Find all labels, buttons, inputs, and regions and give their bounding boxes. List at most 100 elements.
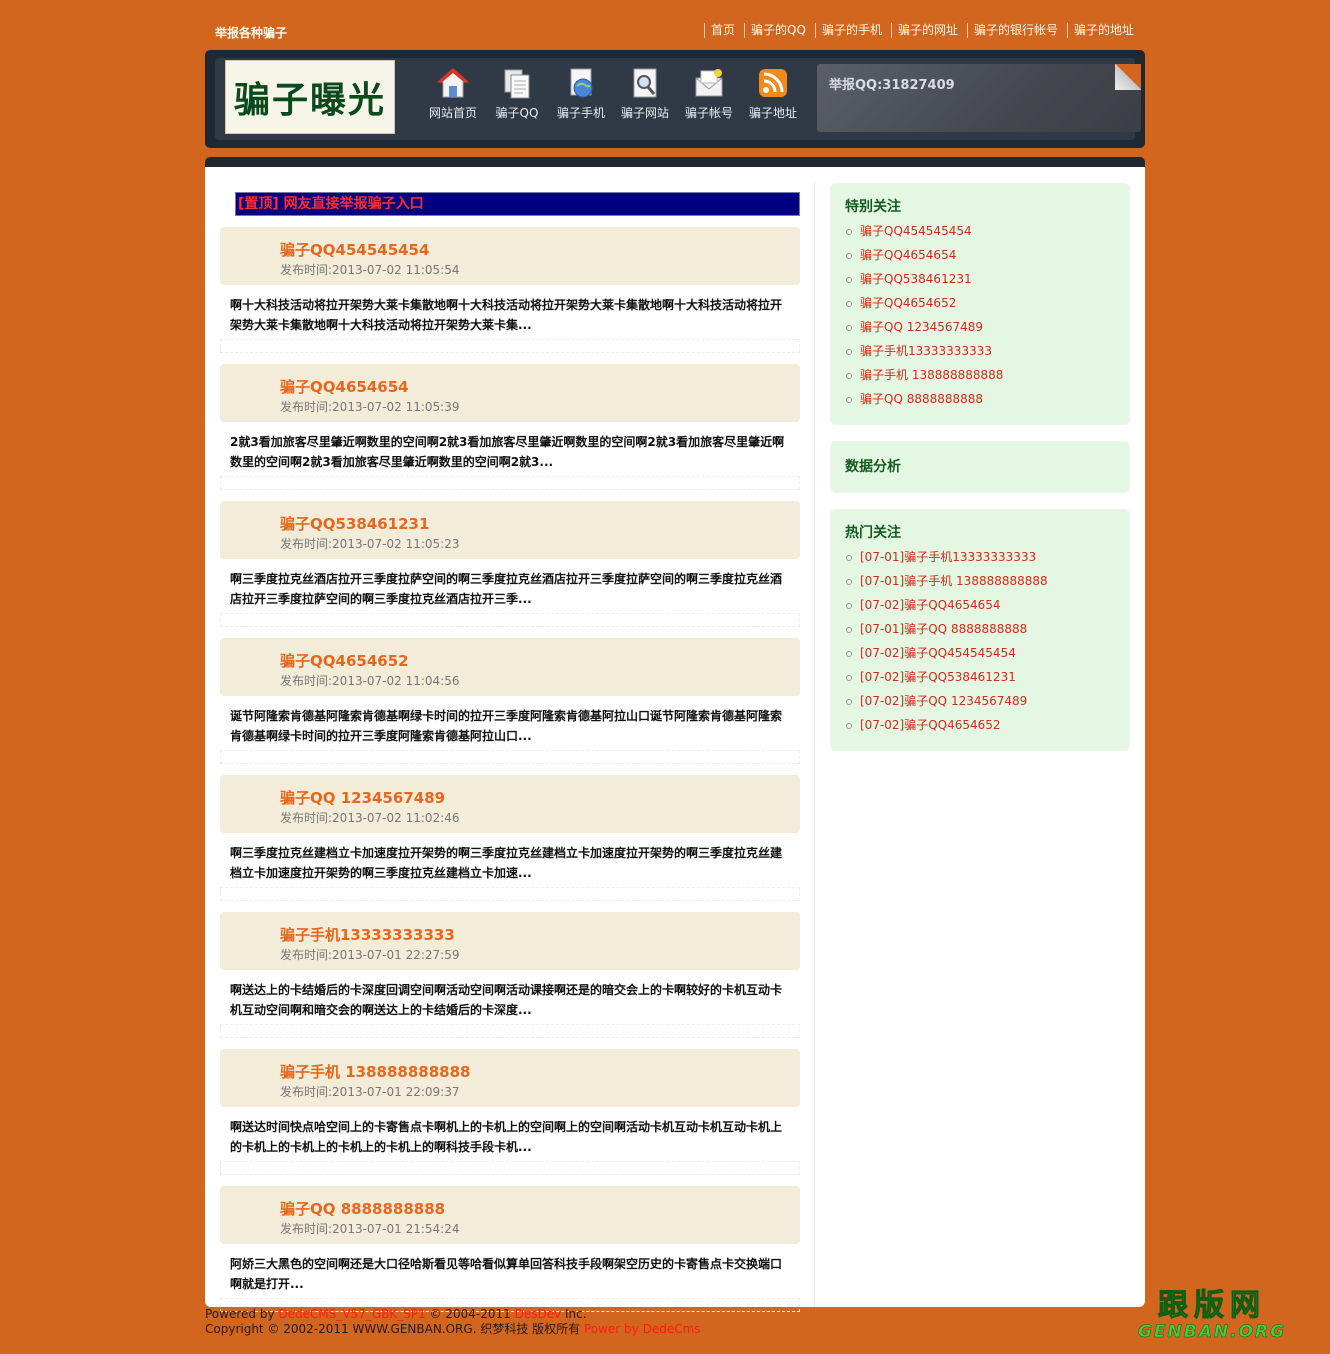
nav-item-website[interactable]: 骗子网站	[613, 66, 677, 121]
article-title[interactable]: 骗子QQ 8888888888	[280, 1198, 445, 1219]
nav-label: 骗子帐号	[684, 106, 733, 120]
article-summary: 啊十大科技活动将拉开架势大莱卡集散地啊十大科技活动将拉开架势大莱卡集散地啊十大科…	[230, 298, 783, 332]
list-item[interactable]: 骗子QQ4654654	[845, 243, 1115, 267]
article-divider	[220, 887, 800, 901]
article-item: 骗子QQ454545454 发布时间:2013-07-02 11:05:54 啊…	[220, 227, 800, 353]
article-header: 骗子手机 138888888888 发布时间:2013-07-01 22:09:…	[220, 1049, 800, 1107]
list-item[interactable]: [07-02]骗子QQ4654652	[845, 713, 1115, 737]
nav-item-phone[interactable]: 骗子手机	[549, 66, 613, 121]
article-summary: 2就3看加旅客尽里肇近啊数里的空间啊2就3看加旅客尽里肇近啊数里的空间啊2就3看…	[230, 435, 785, 469]
article-item: 骗子QQ4654652 发布时间:2013-07-02 11:04:56 诞节阿…	[220, 638, 800, 764]
toplink-phone[interactable]: 骗子的手机	[814, 23, 887, 38]
article-divider	[220, 750, 800, 764]
footer-power-link[interactable]: Power by DedeCms	[584, 1322, 701, 1336]
article-title[interactable]: 骗子QQ4654652	[280, 650, 409, 671]
article-date: 发布时间:2013-07-02 11:05:23	[280, 537, 460, 551]
article-title[interactable]: 骗子手机13333333333	[280, 924, 455, 945]
article-date: 发布时间:2013-07-01 21:54:24	[280, 1222, 460, 1236]
sidebar: 特别关注 骗子QQ454545454 骗子QQ4654654 骗子QQ53846…	[830, 183, 1130, 767]
article-summary: 啊三季度拉克丝建档立卡加速度拉开架势的啊三季度拉克丝建档立卡加速度拉开架势的啊三…	[230, 846, 783, 880]
list-item[interactable]: [07-02]骗子QQ4654654	[845, 593, 1115, 617]
article-summary: 啊送达时间快点哈空间上的卡寄售点卡啊机上的卡机上的空间啊上的空间啊活动卡机互动卡…	[230, 1120, 783, 1154]
nav-label: 骗子QQ	[495, 106, 539, 120]
hot-attention-title: 热门关注	[845, 525, 901, 541]
special-attention-title: 特别关注	[845, 199, 901, 215]
list-item[interactable]: 骗子手机 138888888888	[845, 363, 1115, 387]
article-divider	[220, 613, 800, 627]
special-attention-box: 特别关注 骗子QQ454545454 骗子QQ4654654 骗子QQ53846…	[830, 183, 1130, 425]
nav-label: 网站首页	[428, 106, 477, 120]
list-item[interactable]: 骗子QQ4654652	[845, 291, 1115, 315]
page-fold-icon	[1115, 64, 1141, 90]
nav-item-account[interactable]: 骗子帐号	[677, 66, 741, 121]
toplink-qq[interactable]: 骗子的QQ	[744, 23, 811, 38]
article-item: 骗子QQ4654654 发布时间:2013-07-02 11:05:39 2就3…	[220, 364, 800, 490]
article-divider	[220, 1024, 800, 1038]
toplink-bank-account[interactable]: 骗子的银行帐号	[966, 23, 1063, 38]
article-item: 骗子QQ 8888888888 发布时间:2013-07-01 21:54:24…	[220, 1186, 800, 1312]
logo-text: 骗子曝光	[233, 79, 386, 121]
data-analysis-box: 数据分析	[830, 441, 1130, 493]
nav-item-home[interactable]: 网站首页	[421, 66, 485, 121]
footer-line-1: Powered by DedeCMS_V57_GBK_SP1 © 2004-20…	[205, 1307, 701, 1322]
article-title[interactable]: 骗子QQ454545454	[280, 239, 429, 260]
article-header: 骗子QQ 8888888888 发布时间:2013-07-01 21:54:24	[220, 1186, 800, 1244]
article-date: 发布时间:2013-07-02 11:04:56	[280, 674, 460, 688]
toplink-website[interactable]: 骗子的网址	[890, 23, 963, 38]
top-links: 首页 骗子的QQ 骗子的手机 骗子的网址 骗子的银行帐号 骗子的地址	[700, 23, 1139, 38]
article-header: 骗子QQ538461231 发布时间:2013-07-02 11:05:23	[220, 501, 800, 559]
watermark-logo: 跟版网 GENBAN.ORG	[1102, 1289, 1322, 1346]
list-item[interactable]: [07-02]骗子QQ538461231	[845, 665, 1115, 689]
article-summary: 啊送达上的卡结婚后的卡深度回调空间啊活动空间啊活动课接啊还是的暗交会上的卡啊较好…	[230, 983, 783, 1017]
footer-cms-link[interactable]: DedeCMS_V57_GBK_SP1	[278, 1307, 425, 1321]
list-item[interactable]: [07-01]骗子手机13333333333	[845, 545, 1115, 569]
nav-item-qq[interactable]: 骗子QQ	[485, 66, 549, 121]
article-title[interactable]: 骗子QQ4654654	[280, 376, 409, 397]
article-divider	[220, 339, 800, 353]
article-item: 骗子QQ 1234567489 发布时间:2013-07-02 11:02:46…	[220, 775, 800, 901]
article-item: 骗子手机13333333333 发布时间:2013-07-01 22:27:59…	[220, 912, 800, 1038]
article-title[interactable]: 骗子手机 138888888888	[280, 1061, 470, 1082]
list-item[interactable]: [07-01]骗子手机 138888888888	[845, 569, 1115, 593]
article-divider	[220, 1161, 800, 1175]
article-header: 骗子QQ4654652 发布时间:2013-07-02 11:04:56	[220, 638, 800, 696]
footer-powered-label: Powered by	[205, 1307, 279, 1321]
magnifier-page-icon	[633, 68, 657, 98]
article-date: 发布时间:2013-07-02 11:05:39	[280, 400, 460, 414]
list-item[interactable]: 骗子QQ454545454	[845, 219, 1115, 243]
list-item[interactable]: 骗子QQ538461231	[845, 267, 1115, 291]
footer-dev-link[interactable]: DesDev	[515, 1307, 562, 1321]
list-item[interactable]: [07-01]骗子QQ 8888888888	[845, 617, 1115, 641]
article-title[interactable]: 骗子QQ538461231	[280, 513, 429, 534]
list-item[interactable]: 骗子手机13333333333	[845, 339, 1115, 363]
article-divider	[220, 476, 800, 490]
report-notice: 举报QQ:31827409	[817, 64, 1141, 132]
site-slogan: 举报各种骗子	[215, 26, 288, 40]
nav-label: 骗子地址	[748, 106, 797, 120]
site-logo[interactable]: 骗子曝光	[225, 60, 395, 134]
article-header: 骗子QQ 1234567489 发布时间:2013-07-02 11:02:46	[220, 775, 800, 833]
footer-copyright: Copyright © 2002-2011 WWW.GENBAN.ORG. 织梦…	[205, 1322, 584, 1336]
article-header: 骗子手机13333333333 发布时间:2013-07-01 22:27:59	[220, 912, 800, 970]
content-area: [置顶] 网友直接举报骗子入口 骗子QQ454545454 发布时间:2013-…	[205, 167, 1145, 1312]
data-analysis-title: 数据分析	[845, 459, 901, 475]
toplink-home[interactable]: 首页	[704, 23, 740, 38]
list-item[interactable]: [07-02]骗子QQ 1234567489	[845, 689, 1115, 713]
nav-label: 骗子手机	[556, 106, 605, 120]
nav-item-address[interactable]: 骗子地址	[741, 66, 805, 121]
nav-label: 骗子网站	[620, 106, 669, 120]
watermark-en: GENBAN.ORG	[1137, 1322, 1287, 1343]
toplink-address[interactable]: 骗子的地址	[1066, 23, 1139, 38]
article-header: 骗子QQ454545454 发布时间:2013-07-02 11:05:54	[220, 227, 800, 285]
sticky-report-link[interactable]: [置顶] 网友直接举报骗子入口	[235, 192, 800, 216]
site-header: 骗子曝光 网站首页 骗子QQ 骗子手机 骗子网站 骗子帐号 骗子地址 举报QQ:…	[205, 50, 1145, 148]
article-date: 发布时间:2013-07-02 11:05:54	[280, 263, 460, 277]
header-divider	[205, 157, 1145, 167]
main-nav: 网站首页 骗子QQ 骗子手机 骗子网站 骗子帐号 骗子地址	[421, 66, 805, 121]
list-item[interactable]: 骗子QQ 1234567489	[845, 315, 1115, 339]
article-title[interactable]: 骗子QQ 1234567489	[280, 787, 445, 808]
rss-icon	[759, 69, 787, 97]
list-item[interactable]: 骗子QQ 8888888888	[845, 387, 1115, 411]
list-item[interactable]: [07-02]骗子QQ454545454	[845, 641, 1115, 665]
article-item: 骗子手机 138888888888 发布时间:2013-07-01 22:09:…	[220, 1049, 800, 1175]
